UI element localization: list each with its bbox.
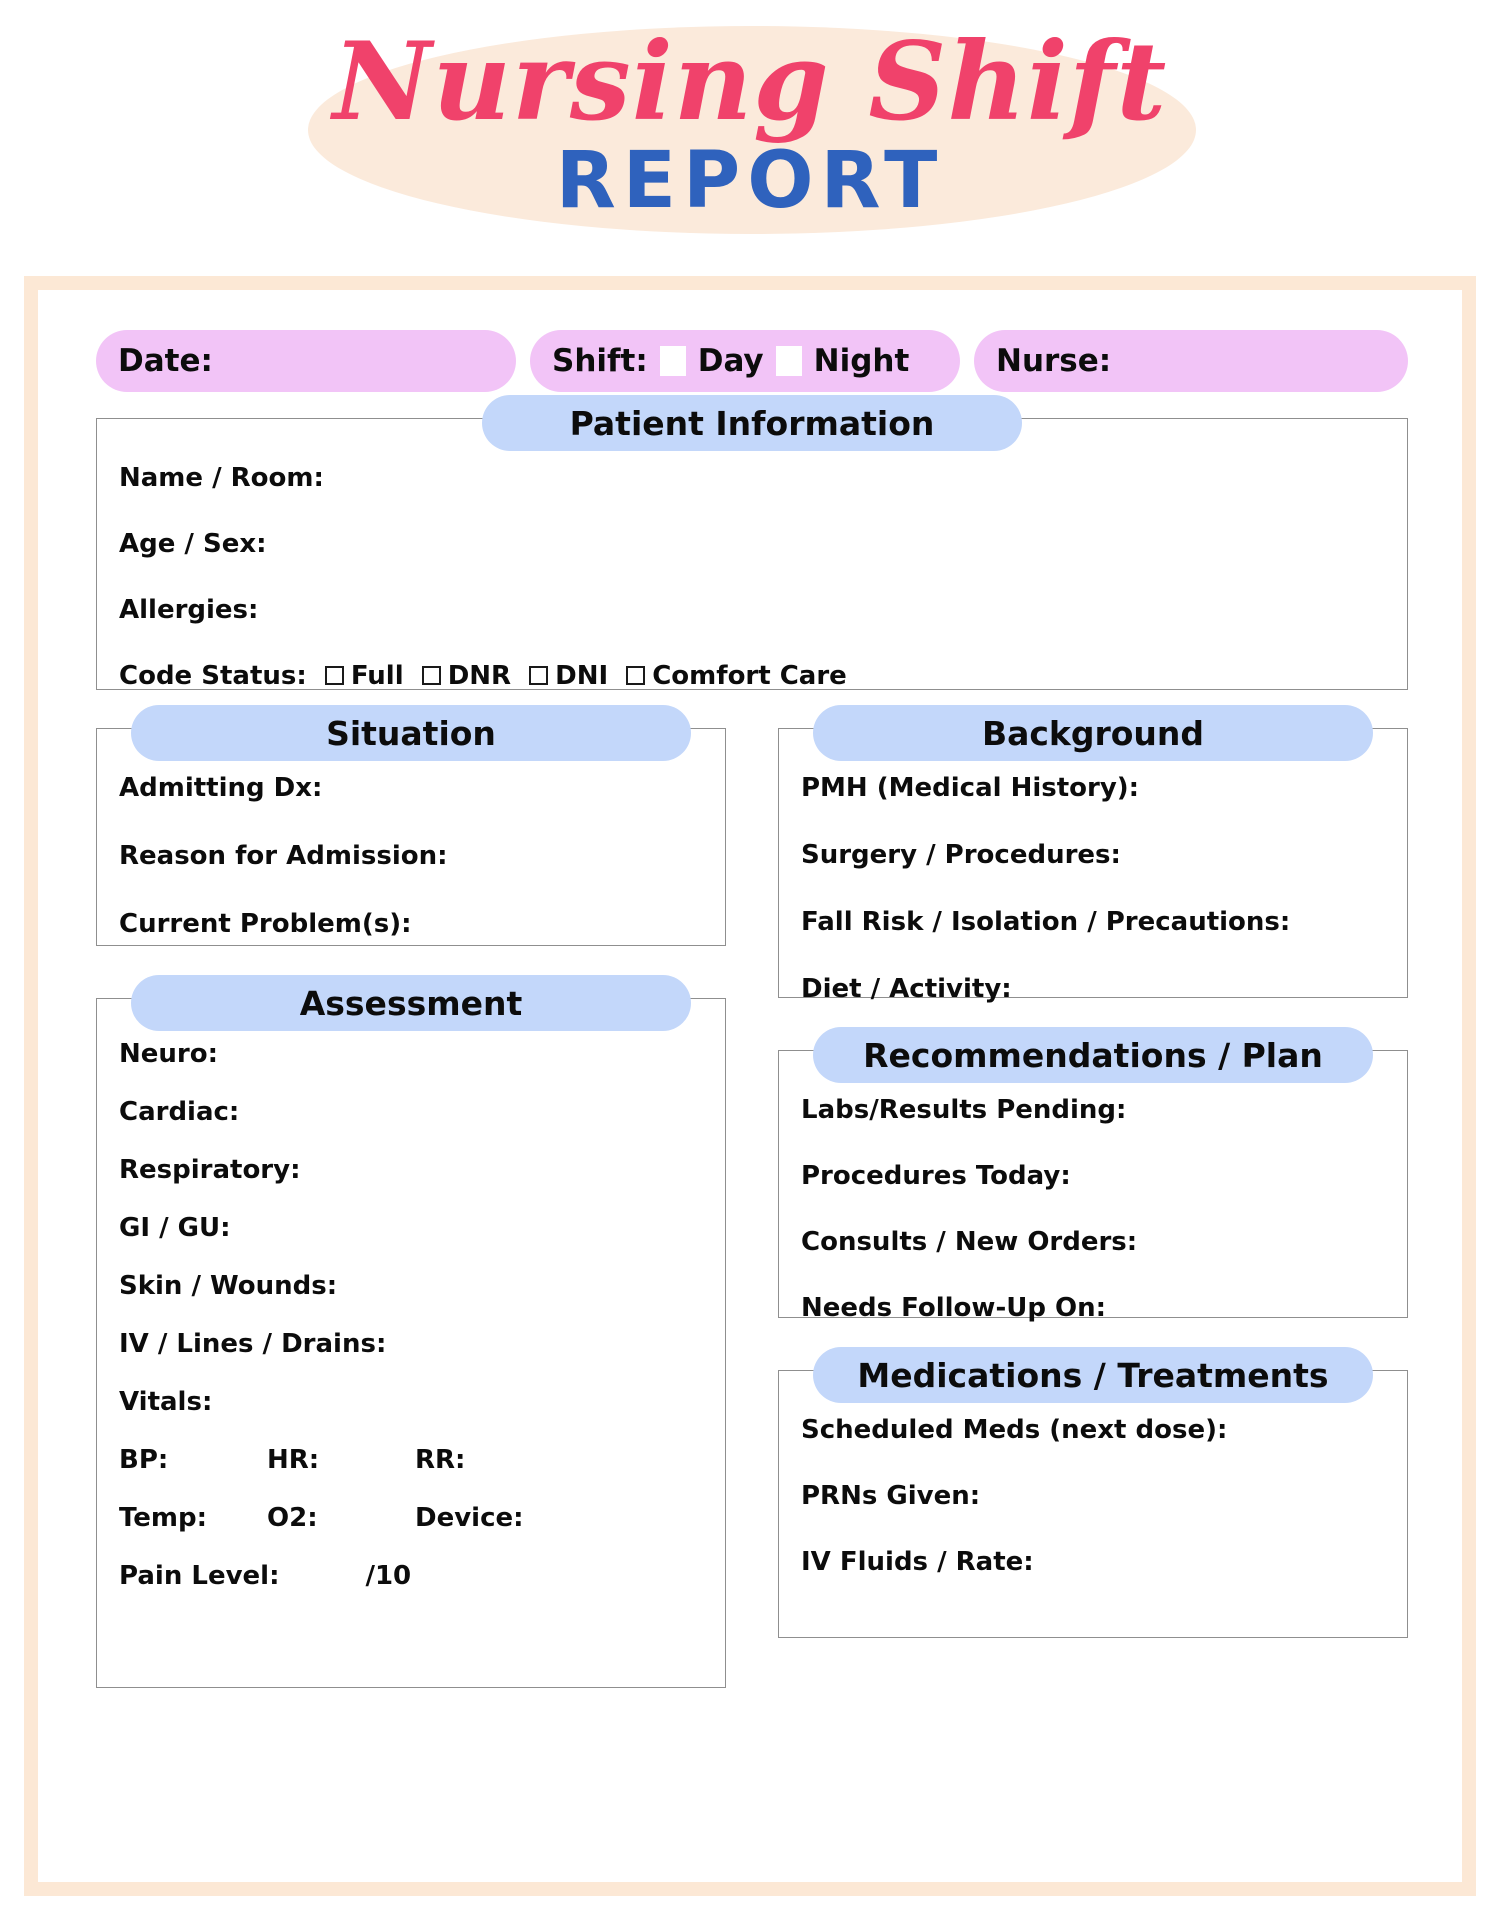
field-vitals: Vitals: bbox=[119, 1387, 213, 1417]
section-background: Background PMH (Medical History): Surger… bbox=[778, 705, 1408, 1002]
section-header-medications-treatments: Medications / Treatments bbox=[813, 1347, 1373, 1403]
vitals-row-temp-o2-device: Temp: O2: Device: bbox=[119, 1505, 703, 1531]
section-header-background: Background bbox=[813, 705, 1373, 761]
code-option-full-label: Full bbox=[350, 661, 404, 691]
date-label: Date: bbox=[118, 343, 213, 379]
field-needs-follow-up-on[interactable]: Needs Follow-Up On: bbox=[801, 1295, 1385, 1321]
vitals-row-bp-hr-rr: BP: HR: RR: bbox=[119, 1447, 703, 1473]
field-pmh[interactable]: PMH (Medical History): bbox=[801, 775, 1385, 801]
nurse-label: Nurse: bbox=[996, 343, 1112, 379]
field-fall-risk-isolation-precautions[interactable]: Fall Risk / Isolation / Precautions: bbox=[801, 909, 1385, 935]
checkbox-code-full[interactable] bbox=[324, 666, 344, 685]
field-iv-lines-drains[interactable]: IV / Lines / Drains: bbox=[119, 1331, 703, 1357]
pain-level-scale: /10 bbox=[365, 1561, 412, 1591]
shift-field: Shift: Day Night bbox=[530, 330, 960, 392]
right-column: Background PMH (Medical History): Surger… bbox=[778, 705, 1408, 1688]
left-column: Situation Admitting Dx: Reason for Admis… bbox=[96, 705, 726, 1688]
title-script-line: Nursing Shift bbox=[332, 19, 1168, 145]
field-labs-results-pending[interactable]: Labs/Results Pending: bbox=[801, 1097, 1385, 1123]
code-option-dnr-label: DNR bbox=[447, 661, 512, 691]
section-patient-information: Patient Information Name / Room: Age / S… bbox=[96, 395, 1408, 690]
field-hr[interactable]: HR: bbox=[267, 1447, 415, 1473]
code-option-comfort-care-label: Comfort Care bbox=[652, 661, 847, 691]
field-temp[interactable]: Temp: bbox=[119, 1505, 267, 1531]
pain-level-label: Pain Level: bbox=[119, 1561, 280, 1591]
checkbox-code-dnr[interactable] bbox=[421, 666, 441, 685]
two-column-layout: Situation Admitting Dx: Reason for Admis… bbox=[96, 705, 1408, 1688]
section-header-recommendations-plan: Recommendations / Plan bbox=[813, 1027, 1373, 1083]
checkbox-shift-night[interactable] bbox=[775, 346, 802, 376]
field-reason-for-admission[interactable]: Reason for Admission: bbox=[119, 843, 703, 869]
code-option-dni-label: DNI bbox=[555, 661, 609, 691]
section-assessment: Assessment Neuro: Cardiac: Respiratory: … bbox=[96, 975, 726, 1688]
field-code-status: Code Status: Full DNR DNI Comfort Care bbox=[119, 663, 1385, 689]
field-gi-gu[interactable]: GI / GU: bbox=[119, 1215, 703, 1241]
field-respiratory[interactable]: Respiratory: bbox=[119, 1157, 703, 1183]
field-o2[interactable]: O2: bbox=[267, 1505, 415, 1531]
date-field[interactable]: Date: bbox=[96, 330, 516, 392]
field-prns-given[interactable]: PRNs Given: bbox=[801, 1483, 1385, 1509]
shift-option-night-label: Night bbox=[813, 343, 910, 379]
field-scheduled-meds[interactable]: Scheduled Meds (next dose): bbox=[801, 1417, 1385, 1443]
code-status-label: Code Status: bbox=[119, 661, 307, 691]
field-bp[interactable]: BP: bbox=[119, 1447, 267, 1473]
nurse-field[interactable]: Nurse: bbox=[974, 330, 1408, 392]
field-consults-new-orders[interactable]: Consults / New Orders: bbox=[801, 1229, 1385, 1255]
section-medications-treatments: Medications / Treatments Scheduled Meds … bbox=[778, 1347, 1408, 1638]
page-frame: Date: Shift: Day Night Nurse: Patient In… bbox=[24, 276, 1476, 1896]
frame-content: Date: Shift: Day Night Nurse: Patient In… bbox=[96, 330, 1408, 1830]
shift-label: Shift: bbox=[552, 343, 648, 379]
field-diet-activity[interactable]: Diet / Activity: bbox=[801, 976, 1385, 1002]
checkbox-shift-day[interactable] bbox=[659, 346, 686, 376]
field-neuro[interactable]: Neuro: bbox=[119, 1041, 703, 1067]
field-surgery-procedures[interactable]: Surgery / Procedures: bbox=[801, 842, 1385, 868]
field-age-sex[interactable]: Age / Sex: bbox=[119, 531, 1385, 557]
field-admitting-dx[interactable]: Admitting Dx: bbox=[119, 775, 703, 801]
field-iv-fluids-rate[interactable]: IV Fluids / Rate: bbox=[801, 1549, 1385, 1575]
section-header-assessment: Assessment bbox=[131, 975, 691, 1031]
section-header-patient-information: Patient Information bbox=[482, 395, 1022, 451]
shift-option-day-label: Day bbox=[697, 343, 764, 379]
section-recommendations-plan: Recommendations / Plan Labs/Results Pend… bbox=[778, 1027, 1408, 1321]
title-block-line: REPORT bbox=[555, 136, 945, 226]
field-name-room[interactable]: Name / Room: bbox=[119, 465, 1385, 491]
field-allergies[interactable]: Allergies: bbox=[119, 597, 1385, 623]
title-banner: Nursing Shift REPORT bbox=[0, 0, 1500, 272]
checkbox-code-comfort-care[interactable] bbox=[626, 666, 646, 685]
checkbox-code-dni[interactable] bbox=[529, 666, 549, 685]
field-cardiac[interactable]: Cardiac: bbox=[119, 1099, 703, 1125]
field-procedures-today[interactable]: Procedures Today: bbox=[801, 1163, 1385, 1189]
nursing-shift-report-page: Nursing Shift REPORT Date: Shift: Day Ni… bbox=[0, 0, 1500, 1920]
field-skin-wounds[interactable]: Skin / Wounds: bbox=[119, 1273, 703, 1299]
section-situation: Situation Admitting Dx: Reason for Admis… bbox=[96, 705, 726, 946]
section-header-situation: Situation bbox=[131, 705, 691, 761]
field-pain-level[interactable]: Pain Level: /10 bbox=[119, 1563, 703, 1589]
field-device[interactable]: Device: bbox=[415, 1505, 615, 1531]
header-field-row: Date: Shift: Day Night Nurse: bbox=[96, 330, 1408, 392]
field-rr[interactable]: RR: bbox=[415, 1447, 615, 1473]
field-current-problems[interactable]: Current Problem(s): bbox=[119, 911, 703, 937]
